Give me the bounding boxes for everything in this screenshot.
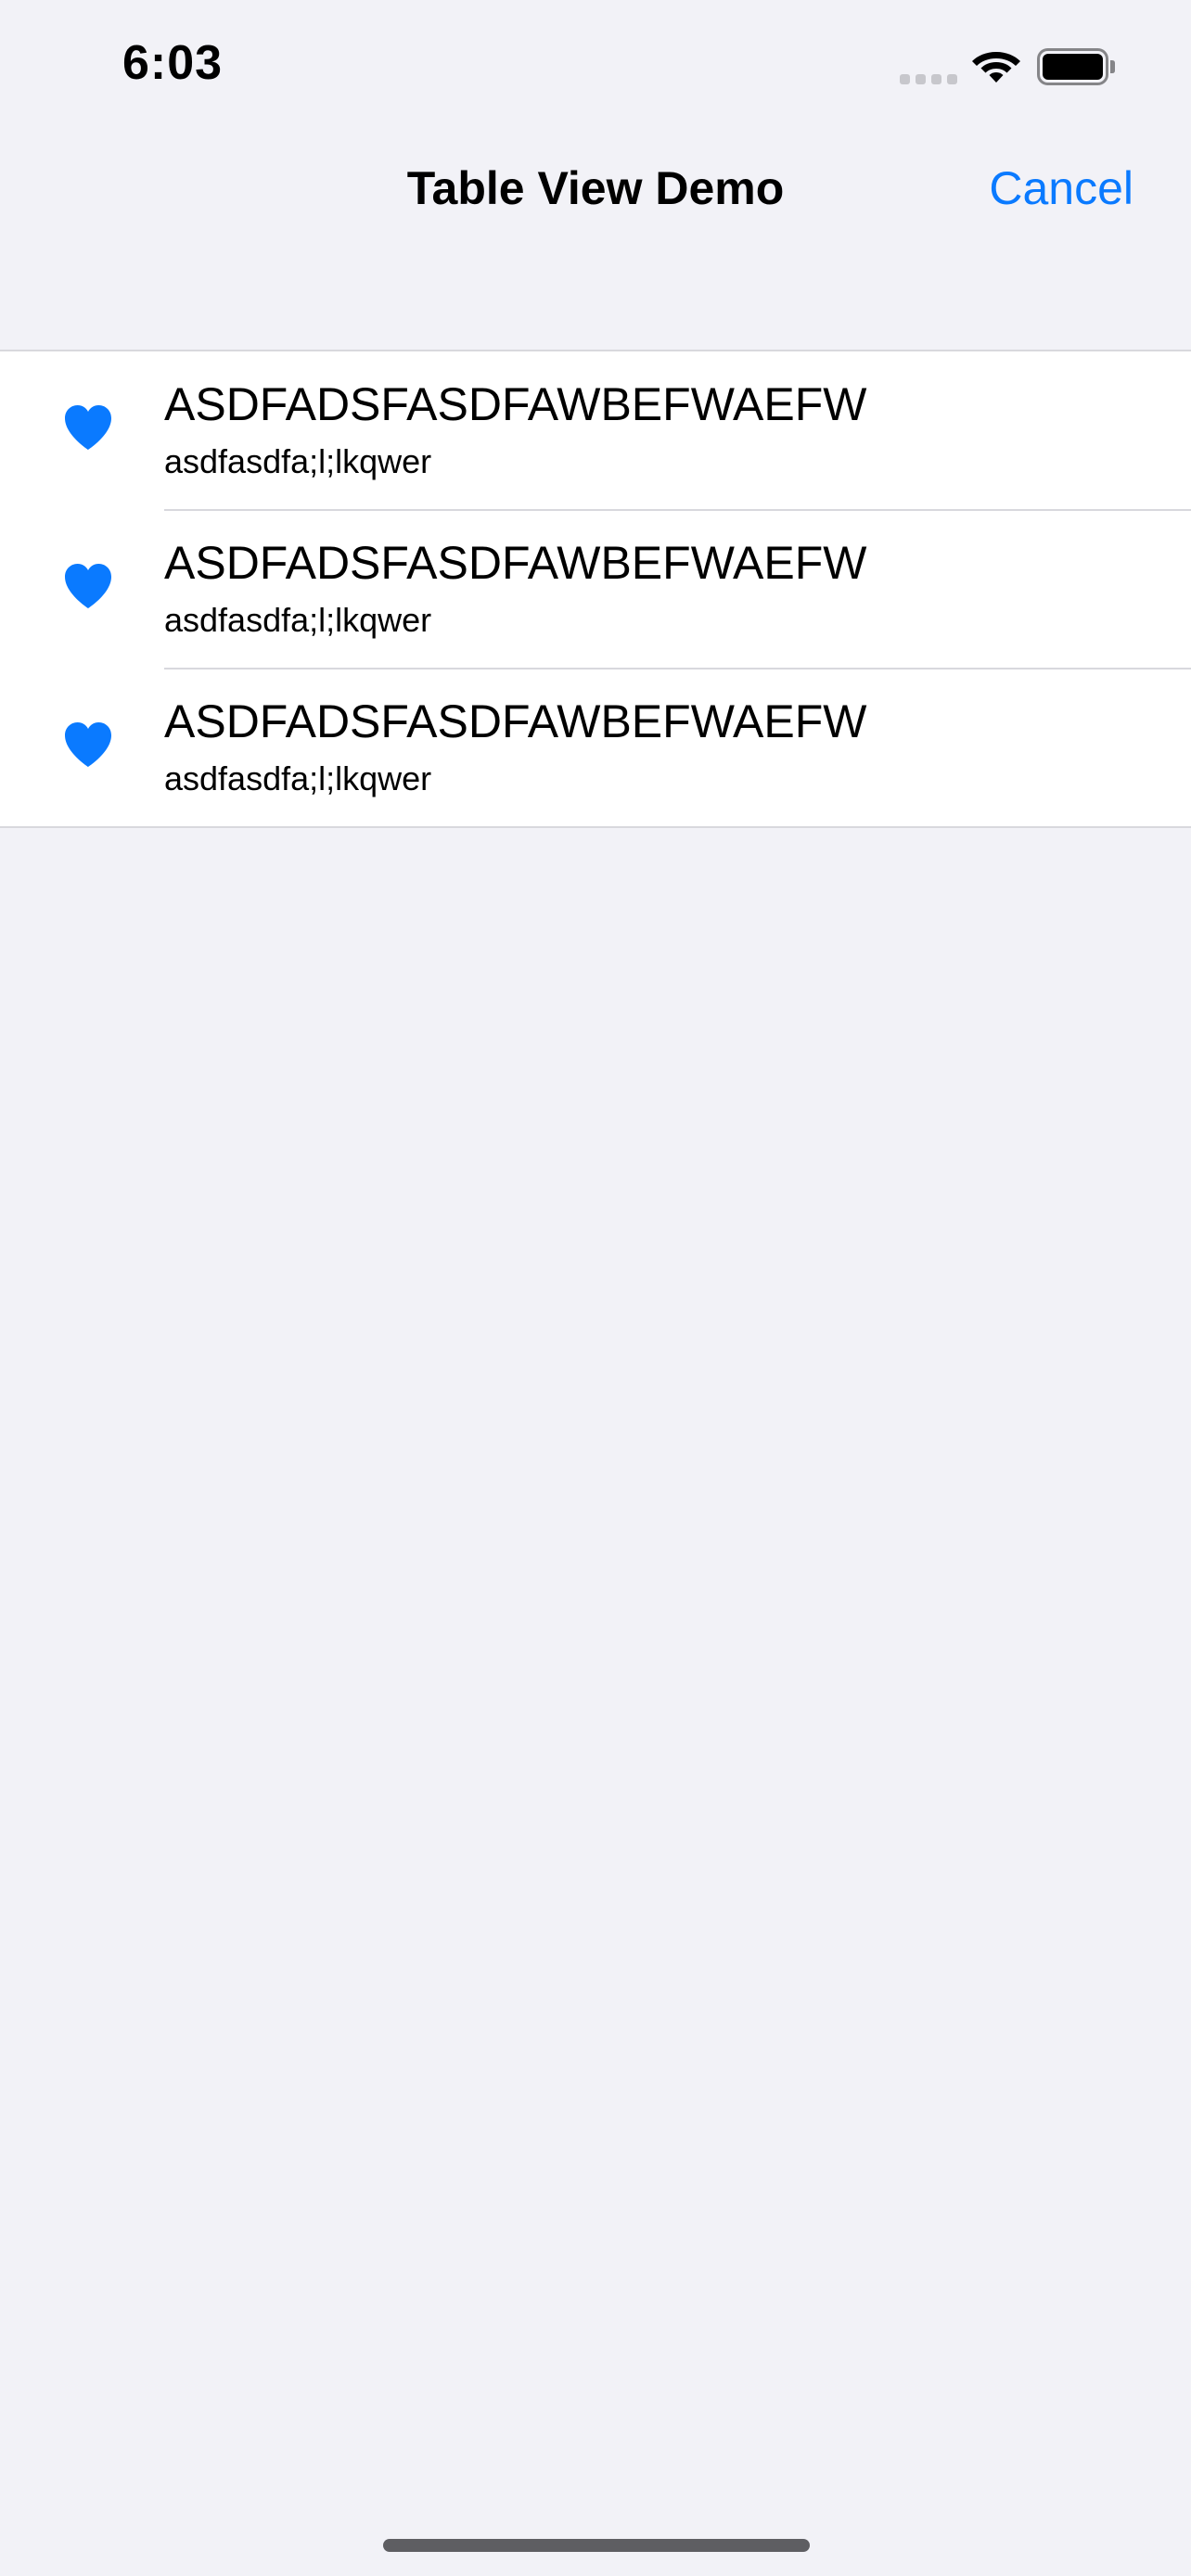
signal-dots-icon [900, 74, 957, 84]
heart-icon [65, 405, 111, 450]
row-subtitle: asdfasdfa;l;lkqwer [164, 601, 432, 639]
row-title: ASDFADSFASDFAWBEFWAEFW [164, 378, 867, 430]
table-view: ASDFADSFASDFAWBEFWAEFW asdfasdfa;l;lkqwe… [0, 350, 1191, 828]
status-bar: 6:03 [0, 0, 1191, 139]
status-time: 6:03 [122, 36, 224, 90]
heart-icon [65, 722, 111, 767]
navigation-bar: Table View Demo Cancel [0, 139, 1191, 247]
home-indicator[interactable] [383, 2539, 810, 2552]
battery-icon [1037, 48, 1115, 85]
heart-icon [65, 564, 111, 608]
row-title: ASDFADSFASDFAWBEFWAEFW [164, 537, 867, 589]
table-row[interactable]: ASDFADSFASDFAWBEFWAEFW asdfasdfa;l;lkqwe… [0, 669, 1191, 826]
cancel-button[interactable]: Cancel [989, 161, 1133, 215]
wifi-icon [972, 52, 1020, 83]
row-title: ASDFADSFASDFAWBEFWAEFW [164, 695, 867, 747]
table-row[interactable]: ASDFADSFASDFAWBEFWAEFW asdfasdfa;l;lkqwe… [0, 510, 1191, 668]
table-row[interactable]: ASDFADSFASDFAWBEFWAEFW asdfasdfa;l;lkqwe… [0, 351, 1191, 509]
row-subtitle: asdfasdfa;l;lkqwer [164, 442, 432, 480]
row-subtitle: asdfasdfa;l;lkqwer [164, 759, 432, 797]
